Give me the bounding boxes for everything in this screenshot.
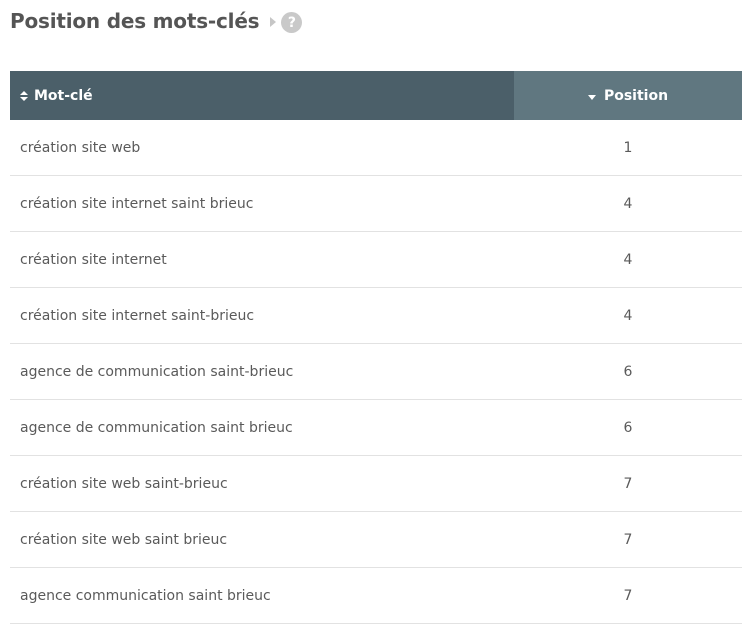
keyword-cell: création site internet saint-brieuc xyxy=(20,307,255,324)
column-header-keyword-label: Mot-clé xyxy=(34,87,93,104)
keyword-cell: création site web saint brieuc xyxy=(20,531,228,548)
table-header: Mot-clé Position xyxy=(10,71,742,120)
table-row: agence de communication saint brieuc 6 xyxy=(10,400,742,456)
table-row: création site internet saint-brieuc 4 xyxy=(10,288,742,344)
keyword-cell: création site web xyxy=(20,139,141,156)
position-cell: 4 xyxy=(623,307,633,324)
position-cell: 6 xyxy=(623,363,633,380)
title-row: Position des mots-clés ? xyxy=(10,6,303,36)
keyword-cell: création site internet xyxy=(20,251,167,268)
position-cell: 7 xyxy=(623,531,633,548)
column-header-position-label: Position xyxy=(603,87,669,104)
table-row: agence de communication saint-brieuc 6 xyxy=(10,344,742,400)
keyword-cell: agence de communication saint-brieuc xyxy=(20,363,294,380)
table-row: création site web 1 xyxy=(10,120,742,176)
table-row: création site web saint-brieuc 7 xyxy=(10,456,742,512)
column-header-position[interactable]: Position xyxy=(514,71,742,120)
column-header-keyword[interactable]: Mot-clé xyxy=(10,71,514,120)
keyword-cell: agence communication saint brieuc xyxy=(20,587,271,604)
position-cell: 4 xyxy=(623,251,633,268)
keyword-cell: création site internet saint brieuc xyxy=(20,195,254,212)
table-row: agence communication saint brieuc 7 xyxy=(10,568,742,624)
position-cell: 1 xyxy=(623,139,633,156)
page-title: Position des mots-clés xyxy=(10,9,260,33)
keyword-cell: création site web saint-brieuc xyxy=(20,475,228,492)
position-cell: 7 xyxy=(623,587,633,604)
keyword-cell: agence de communication saint brieuc xyxy=(20,419,293,436)
table-body: création site web 1 création site intern… xyxy=(10,120,742,624)
sort-desc-icon xyxy=(587,94,596,100)
caret-right-icon[interactable] xyxy=(270,17,277,27)
help-icon[interactable]: ? xyxy=(281,12,303,33)
position-cell: 7 xyxy=(623,475,633,492)
position-cell: 6 xyxy=(623,419,633,436)
table-row: création site web saint brieuc 7 xyxy=(10,512,742,568)
table-row: création site internet saint brieuc 4 xyxy=(10,176,742,232)
position-cell: 4 xyxy=(623,195,633,212)
sort-both-icon xyxy=(20,90,28,101)
table-row: création site internet 4 xyxy=(10,232,742,288)
keyword-position-table: Mot-clé Position création site web 1 cré… xyxy=(10,71,742,624)
